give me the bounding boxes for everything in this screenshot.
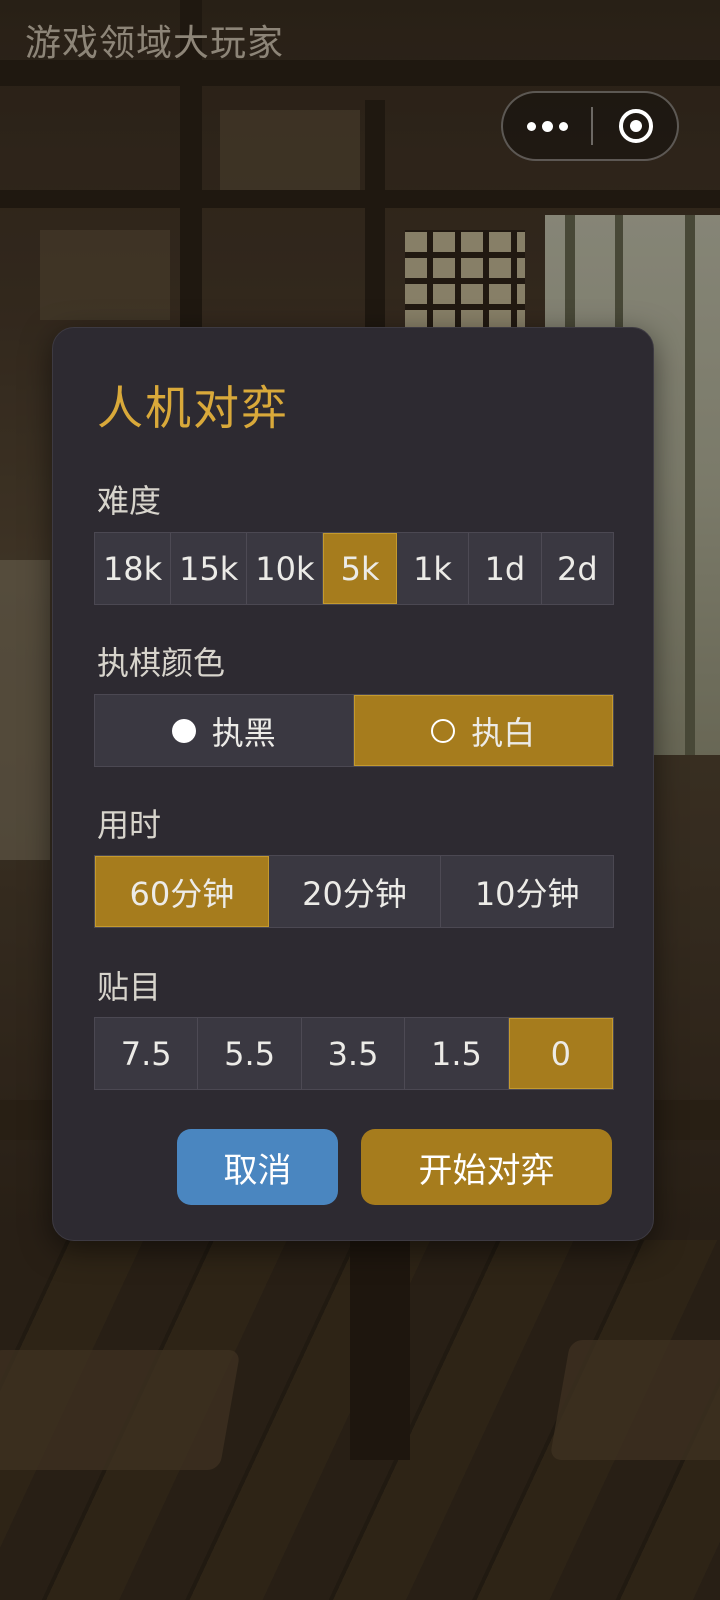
vs-ai-dialog: 人机对弈 难度 18k 15k 10k 5k 1k 1d 2d 执棋颜色 执黑 … (52, 327, 654, 1241)
color-option-black-label: 执黑 (211, 713, 276, 752)
app-title: 游戏领域大玩家 (25, 23, 285, 64)
more-dots-icon[interactable] (503, 93, 591, 159)
filled-circle-icon (171, 718, 196, 743)
color-option-black[interactable]: 执黑 (95, 695, 354, 766)
color-label: 执棋颜色 (97, 644, 226, 682)
difficulty-option-1d[interactable]: 1d (469, 533, 542, 604)
komi-option-1.5[interactable]: 1.5 (405, 1018, 509, 1089)
time-option-20[interactable]: 20分钟 (269, 856, 442, 927)
start-game-button[interactable]: 开始对弈 (361, 1129, 612, 1205)
time-option-10[interactable]: 10分钟 (441, 856, 613, 927)
capsule-divider (591, 107, 593, 145)
difficulty-option-15k[interactable]: 15k (171, 533, 248, 604)
cancel-button[interactable]: 取消 (177, 1129, 338, 1205)
color-option-white[interactable]: 执白 (353, 695, 613, 766)
miniprogram-capsule (501, 91, 679, 161)
time-label: 用时 (97, 806, 162, 844)
difficulty-selector: 18k 15k 10k 5k 1k 1d 2d (94, 532, 614, 605)
komi-option-5.5[interactable]: 5.5 (198, 1018, 302, 1089)
color-option-white-label: 执白 (471, 713, 536, 752)
dialog-title: 人机对弈 (97, 381, 289, 435)
difficulty-option-18k[interactable]: 18k (95, 533, 172, 604)
hollow-circle-icon (431, 718, 456, 743)
time-selector: 60分钟 20分钟 10分钟 (94, 855, 614, 928)
time-option-60[interactable]: 60分钟 (95, 856, 269, 927)
difficulty-option-10k[interactable]: 10k (247, 533, 324, 604)
difficulty-label: 难度 (97, 482, 162, 520)
komi-option-7.5[interactable]: 7.5 (95, 1018, 199, 1089)
komi-selector: 7.5 5.5 3.5 1.5 0 (94, 1017, 614, 1090)
difficulty-option-5k[interactable]: 5k (323, 533, 397, 604)
komi-label: 贴目 (97, 968, 162, 1006)
komi-option-3.5[interactable]: 3.5 (302, 1018, 406, 1089)
difficulty-option-2d[interactable]: 2d (542, 533, 613, 604)
target-circle-icon[interactable] (619, 109, 653, 143)
komi-option-0[interactable]: 0 (508, 1018, 614, 1089)
difficulty-option-1k[interactable]: 1k (397, 533, 470, 604)
color-selector: 执黑 执白 (94, 694, 614, 767)
